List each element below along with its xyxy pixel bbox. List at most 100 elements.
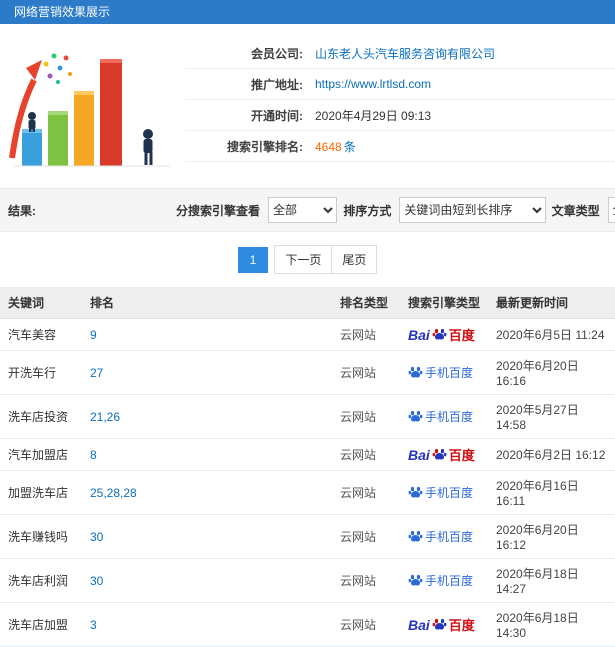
engine-filter-label: 分搜索引擎查看	[176, 203, 261, 218]
table-row: 洗车店利润 30 云网站 手机百度 2020年6月18日 14:27	[0, 558, 615, 603]
keyword-cell: 加盟洗车店	[0, 470, 82, 515]
mobile-baidu-paw-icon	[408, 366, 423, 378]
growth-arrow-head-icon	[26, 60, 42, 80]
keyword-cell: 洗车店加盟	[0, 602, 82, 647]
engine-filter-select[interactable]: 全部	[268, 197, 338, 223]
header-engine-type: 搜索引擎类型	[400, 287, 488, 319]
keyword-cell: 汽车美容	[0, 318, 82, 351]
engine-cell: 手机百度	[400, 558, 488, 603]
person-on-bar-figure	[28, 112, 36, 132]
header-keyword: 关键词	[0, 287, 82, 319]
table-row: 洗车店投资 21,26 云网站 手机百度 2020年5月27日 14:58	[0, 394, 615, 439]
rank-cell[interactable]: 25,28,28	[82, 470, 332, 515]
next-page-button[interactable]: 下一页	[274, 245, 333, 274]
article-type-label: 文章类型	[551, 203, 600, 218]
engine-cell: 手机百度	[400, 350, 488, 395]
rank-cell[interactable]: 21,26	[82, 394, 332, 439]
engine-rank-unit: 条	[343, 139, 356, 154]
mobile-baidu-paw-icon	[408, 410, 423, 422]
table-row: 开洗车行 27 云网站 手机百度 2020年6月20日 16:16	[0, 350, 615, 395]
mobile-baidu-label: 手机百度	[425, 410, 474, 424]
sort-filter-select[interactable]: 关键词由短到长排序	[399, 197, 546, 223]
updated-cell: 2020年6月18日 14:27	[488, 558, 615, 603]
rank-type-cell: 云网站	[332, 470, 400, 515]
baidu-logo: Bai 百度	[408, 445, 480, 464]
rank-cell[interactable]: 3	[82, 602, 332, 647]
promo-url-link[interactable]: https://www.lrtlsd.com	[315, 77, 431, 91]
mobile-baidu-label: 手机百度	[425, 486, 474, 500]
header-rank-type: 排名类型	[332, 287, 400, 319]
rank-table: 关键词 排名 排名类型 搜索引擎类型 最新更新时间 汽车美容 9 云网站 Bai…	[0, 287, 615, 647]
baidu-paw-icon	[432, 618, 447, 630]
updated-cell: 2020年6月20日 16:12	[488, 514, 615, 559]
updated-cell: 2020年5月27日 14:58	[488, 394, 615, 439]
baidu-logo: Bai 百度	[408, 325, 480, 344]
person-standing-figure	[143, 129, 153, 165]
info-section: 会员公司: 山东老人头汽车服务咨询有限公司 推广地址: https://www.…	[0, 24, 615, 182]
rank-type-cell: 云网站	[332, 514, 400, 559]
mobile-baidu-paw-icon	[408, 486, 423, 498]
rank-cell[interactable]: 30	[82, 558, 332, 603]
result-label: 结果:	[8, 203, 36, 218]
baidu-logo-text: Bai	[408, 326, 430, 343]
mobile-baidu-label: 手机百度	[425, 574, 474, 588]
keyword-cell: 洗车店利润	[0, 558, 82, 603]
chart-bars	[22, 59, 122, 166]
info-row-open-time: 开通时间: 2020年4月29日 09:13	[185, 100, 615, 131]
keyword-cell: 洗车赚钱吗	[0, 514, 82, 559]
engine-cell: 手机百度	[400, 470, 488, 515]
marketing-chart-illustration	[0, 30, 185, 180]
mobile-baidu-logo: 手机百度	[408, 572, 480, 589]
baidu-paw-icon	[432, 448, 447, 460]
rank-cell[interactable]: 27	[82, 350, 332, 395]
bar-chart-graphic	[9, 53, 170, 167]
rank-type-cell: 云网站	[332, 602, 400, 647]
engine-rank-count: 4648	[315, 139, 342, 154]
keyword-cell: 开洗车行	[0, 350, 82, 395]
rank-type-cell: 云网站	[332, 394, 400, 439]
filter-bar: 结果: 分搜索引擎查看 全部 排序方式 关键词由短到长排序 文章类型 全部 提交	[0, 188, 615, 232]
filter-controls: 分搜索引擎查看 全部 排序方式 关键词由短到长排序 文章类型 全部 提交	[176, 196, 615, 224]
mobile-baidu-logo: 手机百度	[408, 484, 480, 501]
rank-cell[interactable]: 9	[82, 318, 332, 351]
last-page-button[interactable]: 尾页	[331, 245, 378, 274]
keyword-cell: 汽车加盟店	[0, 438, 82, 471]
promo-url-label: 推广地址:	[251, 77, 303, 92]
engine-cell: 手机百度	[400, 394, 488, 439]
confetti-dots	[43, 53, 72, 84]
pagination: 1 下一页 尾页	[0, 245, 615, 274]
baidu-logo-cn: 百度	[448, 618, 475, 633]
engine-cell: Bai 百度	[400, 318, 488, 351]
page-title: 网络营销效果展示	[14, 5, 111, 19]
rank-cell[interactable]: 8	[82, 438, 332, 471]
updated-cell: 2020年6月2日 16:12	[488, 438, 615, 471]
member-company-link[interactable]: 山东老人头汽车服务咨询有限公司	[315, 45, 495, 62]
member-info-fields: 会员公司: 山东老人头汽车服务咨询有限公司 推广地址: https://www.…	[185, 30, 615, 180]
mobile-baidu-logo: 手机百度	[408, 528, 480, 545]
updated-cell: 2020年6月18日 14:30	[488, 602, 615, 647]
table-row: 汽车加盟店 8 云网站 Bai 百度 2020年6月2日 16:12	[0, 438, 615, 471]
baidu-logo-cn: 百度	[448, 328, 475, 343]
info-row-engine-rank: 搜索引擎排名: 4648 条	[185, 131, 615, 162]
rank-type-cell: 云网站	[332, 558, 400, 603]
updated-cell: 2020年6月5日 11:24	[488, 318, 615, 351]
engine-rank-label: 搜索引擎排名:	[227, 139, 303, 154]
engine-cell: 手机百度	[400, 514, 488, 559]
baidu-logo-text: Bai	[408, 616, 430, 633]
info-row-company: 会员公司: 山东老人头汽车服务咨询有限公司	[185, 38, 615, 69]
updated-cell: 2020年6月20日 16:16	[488, 350, 615, 395]
baidu-logo-text: Bai	[408, 446, 430, 463]
rank-type-cell: 云网站	[332, 438, 400, 471]
mobile-baidu-label: 手机百度	[425, 530, 474, 544]
mobile-baidu-paw-icon	[408, 574, 423, 586]
rank-cell[interactable]: 30	[82, 514, 332, 559]
open-time-label: 开通时间:	[251, 108, 303, 123]
page-1-button[interactable]: 1	[237, 246, 269, 273]
open-time-value: 2020年4月29日 09:13	[315, 108, 432, 123]
table-row: 加盟洗车店 25,28,28 云网站 手机百度 2020年6月16日 16:11	[0, 470, 615, 515]
table-body: 汽车美容 9 云网站 Bai 百度 2020年6月5日 11:24 开洗车行 27…	[0, 318, 615, 647]
keyword-cell: 洗车店投资	[0, 394, 82, 439]
baidu-paw-icon	[432, 328, 447, 340]
article-type-select[interactable]: 全部	[607, 197, 615, 223]
mobile-baidu-paw-icon	[408, 530, 423, 542]
